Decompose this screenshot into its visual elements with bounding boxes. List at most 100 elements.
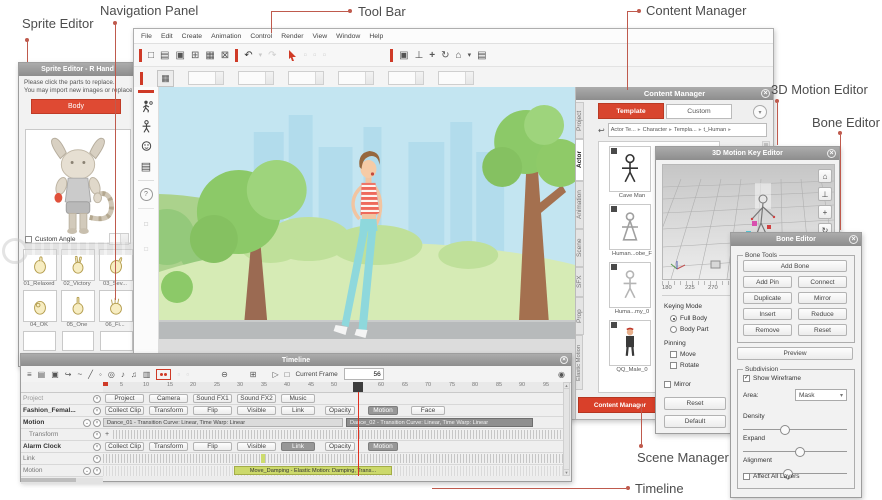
undo-dropdown-icon[interactable]: ▾ <box>259 51 263 59</box>
keyframe-ticks[interactable] <box>113 430 563 439</box>
side-tab-scene[interactable]: Scene <box>576 229 584 267</box>
timeline-titlebar[interactable]: Timeline × <box>21 354 571 366</box>
content-item-cave-man[interactable]: Cave Man <box>609 146 655 199</box>
menu-window[interactable]: Window <box>336 33 360 40</box>
pin-move-checkbox[interactable] <box>670 351 677 358</box>
track-name-fashion-female[interactable]: Fashion_Femal...× <box>21 405 103 417</box>
mirror-checkbox[interactable] <box>664 381 671 388</box>
help-icon[interactable]: ? <box>140 188 153 201</box>
bone-reset-button[interactable]: Reset <box>798 324 847 336</box>
transform-field-rotate[interactable] <box>388 71 424 85</box>
face-editor-icon[interactable] <box>140 140 153 153</box>
transform-field-y[interactable] <box>238 71 274 85</box>
close-icon[interactable]: × <box>560 356 568 364</box>
add-track-icon[interactable]: ⊞ <box>250 370 257 379</box>
music-icon[interactable]: ♫ <box>131 370 137 379</box>
ghost-tool-icon[interactable]: ▫ <box>323 50 327 61</box>
ghost-tool-icon[interactable]: ▫ <box>303 50 307 61</box>
zoom-out-icon[interactable]: ⊖ <box>221 370 228 379</box>
tab-options-icon[interactable]: ▾ <box>753 105 767 119</box>
timeline-hscrollbar[interactable] <box>21 478 103 484</box>
track-button[interactable]: Flip <box>193 406 232 415</box>
track-button[interactable]: Link <box>281 406 315 415</box>
move-tool-icon[interactable]: + <box>429 50 435 61</box>
side-tab-actor[interactable]: Actor <box>576 139 584 181</box>
keyframe-ticks[interactable] <box>103 454 563 463</box>
track-button-link-active[interactable]: Link <box>281 442 315 451</box>
track-button[interactable]: Project <box>105 394 144 403</box>
edit-motion-icon[interactable]: ╱ <box>88 370 93 379</box>
import-image-icon[interactable]: ▦ <box>205 50 214 61</box>
preview-button[interactable]: Preview <box>737 347 853 360</box>
track-button[interactable]: Opacity <box>325 442 355 451</box>
transform-field-scale-x[interactable] <box>288 71 324 85</box>
select-cursor-icon[interactable] <box>288 50 297 61</box>
viewport-home-icon[interactable]: ⌂ <box>818 169 832 183</box>
track-button[interactable]: Sound FX1 <box>193 394 232 403</box>
body-button[interactable]: Body <box>31 99 121 114</box>
track-button[interactable]: Transform <box>149 442 188 451</box>
bottom-tab-content-manager[interactable]: Content Manager <box>578 397 662 413</box>
duplicate-button[interactable]: Duplicate <box>743 292 792 304</box>
stop-icon[interactable]: □ <box>285 370 290 379</box>
stage-icon[interactable]: ⊞ <box>191 50 199 61</box>
side-tab-sfx[interactable]: SFX <box>576 267 584 297</box>
track-button[interactable]: Collect Clip <box>105 406 144 415</box>
clip-dance-02[interactable]: Dance_02 - Transition Curve: Linear, Tim… <box>346 418 533 427</box>
film-icon[interactable]: ▥ <box>143 370 151 379</box>
menu-file[interactable]: File <box>141 33 152 40</box>
track-expand-icon[interactable]: ⌄ <box>83 467 91 475</box>
side-tab-animation[interactable]: Animation <box>576 181 584 229</box>
connect-button[interactable]: Connect <box>798 276 847 288</box>
home-view-icon[interactable]: ⌂ <box>456 50 462 61</box>
ghost-icon[interactable]: ▫ <box>186 370 189 379</box>
save-clip-icon[interactable]: ▣ <box>51 370 59 379</box>
camera-eye-icon[interactable]: ◉ <box>558 370 565 379</box>
breadcrumb-item[interactable]: Actor Te... <box>611 127 636 133</box>
layer-manager-icon[interactable]: ▤ <box>141 160 151 173</box>
dot-icon[interactable]: ◦ <box>99 370 102 379</box>
redo-icon[interactable]: ↷ <box>268 50 276 61</box>
content-item-human-robe[interactable]: Human...obe_F <box>609 204 655 257</box>
undo-icon[interactable]: ↶ <box>244 50 252 61</box>
motion-default-button[interactable]: Default <box>664 415 726 428</box>
add-bone-button[interactable]: Add Bone <box>743 260 847 272</box>
track-close-icon[interactable]: × <box>93 395 101 403</box>
track-button-motion-active[interactable]: Motion <box>368 406 398 415</box>
play-icon[interactable]: ▷ <box>272 370 278 379</box>
timeline-vscrollbar[interactable]: ▲ ▼ <box>563 382 570 476</box>
content-item-human-2[interactable]: Huma...my_0 <box>609 262 655 315</box>
pin-icon[interactable]: ⊥ <box>415 50 424 61</box>
track-name-alarm-clock[interactable]: Alarm Clock× <box>21 441 103 453</box>
sprite-thumb-09[interactable] <box>100 331 133 351</box>
track-button[interactable]: Music <box>281 394 315 403</box>
tab-custom[interactable]: Custom <box>666 104 732 119</box>
ghost-nav-icon[interactable]: ▫ <box>143 241 149 259</box>
curve-icon[interactable]: ~ <box>78 370 83 379</box>
sprite-thumb-07[interactable] <box>23 331 56 351</box>
close-icon[interactable]: × <box>761 89 770 98</box>
track-list-icon[interactable]: ≡ <box>27 370 32 379</box>
content-item-qq-male[interactable]: QQ_Male_0 <box>609 320 655 373</box>
menu-animation[interactable]: Animation <box>211 33 241 40</box>
collect-clip-icon[interactable]: ▤ <box>38 370 46 379</box>
save-project-icon[interactable]: ▣ <box>176 50 185 61</box>
breadcrumb[interactable]: Actor Te... ▸ Character ▸ Templa... ▸ t_… <box>608 123 767 137</box>
rotate-tool-icon[interactable]: ↻ <box>441 50 449 61</box>
timeline-ruler[interactable]: 5 10 15 20 25 30 35 40 45 50 55 60 65 70… <box>103 382 563 393</box>
breadcrumb-item[interactable]: Character <box>643 127 668 133</box>
track-expand-icon[interactable]: ⌄ <box>83 419 91 427</box>
body-part-radio[interactable] <box>670 326 677 333</box>
side-tab-project[interactable]: Project <box>576 102 584 139</box>
ghost-tool-icon[interactable]: ▫ <box>313 50 317 61</box>
close-icon[interactable]: × <box>849 235 858 244</box>
area-dropdown[interactable]: Mask ▾ <box>795 389 847 401</box>
current-frame-input[interactable] <box>344 368 384 380</box>
camera-view-icon[interactable]: ▣ <box>399 50 408 61</box>
add-key-plus[interactable]: + <box>103 431 111 438</box>
mirror-button[interactable]: Mirror <box>798 292 847 304</box>
menu-control[interactable]: Control <box>250 33 272 40</box>
track-button[interactable]: Sound FX2 <box>237 394 276 403</box>
back-icon[interactable]: ↩ <box>598 126 605 135</box>
track-button[interactable]: Collect Clip <box>105 442 144 451</box>
